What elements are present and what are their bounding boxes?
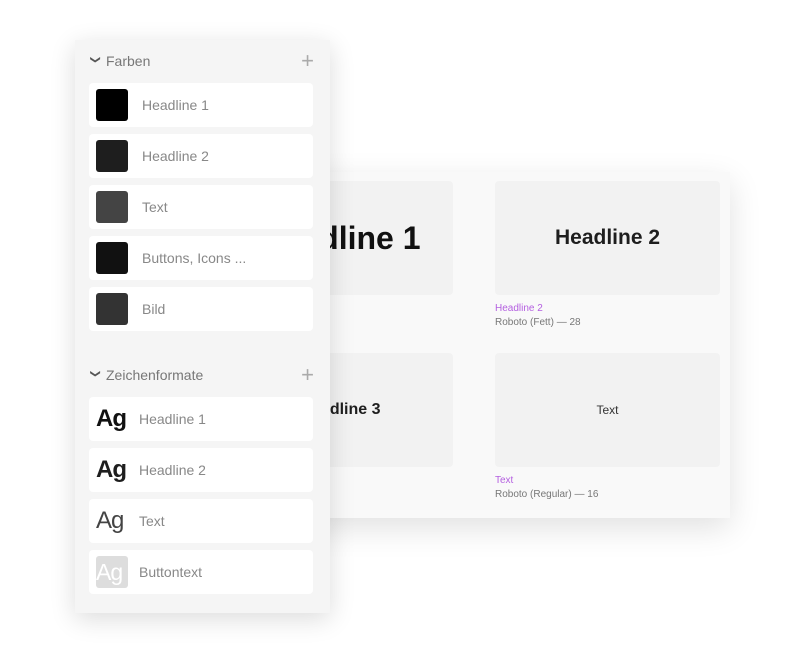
section-title: Zeichenformate — [106, 367, 204, 383]
add-color-icon[interactable]: + — [301, 48, 314, 74]
character-style-item[interactable]: Ag Headline 2 — [89, 448, 313, 492]
section-title: Farben — [106, 53, 151, 69]
formats-section-header[interactable]: ❯ Zeichenformate + — [89, 362, 315, 388]
color-label: Headline 2 — [142, 148, 209, 164]
color-label: Headline 1 — [142, 97, 209, 113]
preview-card-headline-2[interactable]: Headline 2 — [495, 181, 720, 295]
character-style-item[interactable]: Ag Buttontext — [89, 550, 313, 594]
style-label: Headline 2 — [139, 462, 206, 478]
color-swatch — [96, 293, 128, 325]
chevron-down-icon[interactable]: ❯ — [90, 55, 101, 67]
color-item[interactable]: Text — [89, 185, 313, 229]
character-style-item[interactable]: Ag Text — [89, 499, 313, 543]
preview-text: Headline 2 — [554, 226, 661, 249]
color-label: Text — [142, 199, 168, 215]
style-label: Text — [139, 513, 165, 529]
style-name: Text — [495, 475, 514, 486]
color-swatch — [96, 89, 128, 121]
type-sample: Ag — [96, 556, 128, 588]
color-item[interactable]: Headline 1 — [89, 83, 313, 127]
color-item[interactable]: Headline 2 — [89, 134, 313, 178]
style-name: Headline 2 — [495, 303, 543, 314]
style-desc: Roboto (Fett) — 28 — [495, 317, 581, 328]
color-label: Buttons, Icons ... — [142, 250, 247, 266]
color-label: Bild — [142, 301, 166, 317]
style-label: Buttontext — [139, 564, 203, 580]
style-label: Headline 2 Roboto (Fett) — 28 — [495, 302, 581, 330]
preview-text: Text — [596, 403, 619, 417]
type-sample: Ag — [96, 456, 127, 483]
preview-card-text[interactable]: Text — [495, 353, 720, 467]
add-format-icon[interactable]: + — [301, 362, 314, 388]
color-swatch — [96, 242, 128, 274]
style-desc: Roboto (Regular) — 16 — [495, 489, 599, 500]
chevron-down-icon[interactable]: ❯ — [90, 369, 101, 381]
style-label: Headline 1 — [139, 411, 206, 427]
style-label: Text Roboto (Regular) — 16 — [495, 474, 598, 502]
color-item[interactable]: Buttons, Icons ... — [89, 236, 313, 280]
colors-section-header[interactable]: ❯ Farben + — [89, 48, 315, 74]
color-item[interactable]: Bild — [89, 287, 313, 331]
color-swatch — [96, 191, 128, 223]
character-style-item[interactable]: Ag Headline 1 — [89, 397, 313, 441]
type-sample: Ag — [96, 405, 127, 432]
type-sample: Ag — [96, 507, 124, 534]
color-swatch — [96, 140, 128, 172]
assets-panel: ❯ Farben + ❯ Zeichenformate + Headline 1… — [75, 40, 330, 613]
